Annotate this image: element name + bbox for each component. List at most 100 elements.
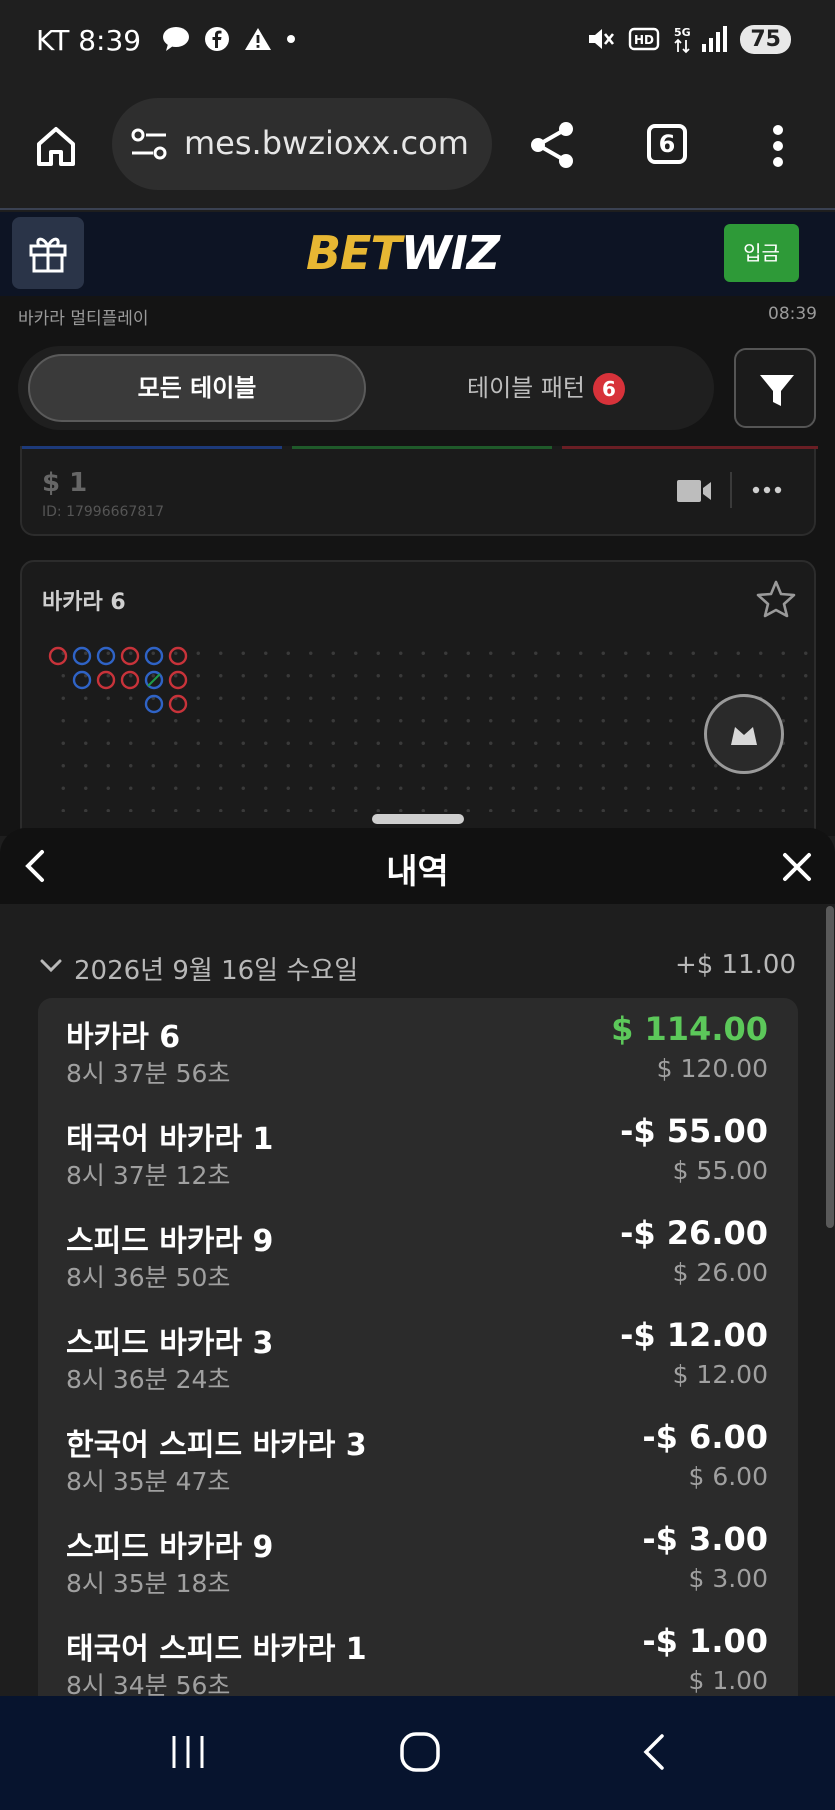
pattern-count-badge: 6 bbox=[593, 373, 626, 405]
row-game: 태국어 바카라 1 bbox=[66, 1122, 274, 1157]
history-row[interactable]: 스피드 바카라 9 8시 36분 50초 -$ 26.00 $ 26.00 bbox=[38, 1202, 798, 1304]
filter-button[interactable] bbox=[734, 348, 816, 428]
row-result: -$ 26.00 bbox=[620, 1214, 768, 1252]
table-min-bet: $ 1 bbox=[42, 468, 88, 498]
tab-pattern-label: 테이블 패턴 bbox=[466, 374, 586, 402]
star-icon[interactable] bbox=[756, 580, 796, 618]
share-icon[interactable] bbox=[528, 120, 576, 170]
svg-text:HD: HD bbox=[634, 33, 654, 47]
tab-all-tables[interactable]: 모든 테이블 bbox=[28, 354, 366, 422]
mute-icon bbox=[589, 29, 615, 49]
history-list: 바카라 6 8시 37분 56초 $ 114.00 $ 120.00 태국어 바… bbox=[38, 998, 798, 1696]
row-result: -$ 3.00 bbox=[642, 1520, 768, 1558]
battery-level: 75 bbox=[740, 24, 791, 54]
lobby-tabs: 모든 테이블 테이블 패턴 6 bbox=[18, 346, 714, 430]
scrollbar[interactable] bbox=[826, 906, 834, 1228]
facebook-icon bbox=[205, 27, 229, 51]
deposit-button[interactable]: 입금 bbox=[724, 224, 799, 282]
row-time: 8시 37분 12초 bbox=[66, 1161, 231, 1190]
row-result: -$ 55.00 bbox=[620, 1112, 768, 1150]
table-card[interactable]: $ 1 ID: 17996667817 bbox=[20, 446, 818, 536]
more-horizontal-icon[interactable] bbox=[752, 486, 782, 494]
row-time: 8시 36분 24초 bbox=[66, 1365, 231, 1394]
row-game: 태국어 스피드 바카라 1 bbox=[66, 1632, 367, 1667]
lobby: 바카라 멀티플레이 08:39 모든 테이블 테이블 패턴 6 $ 1 ID: 1… bbox=[0, 296, 835, 860]
table-id: ID: 17996667817 bbox=[42, 504, 165, 520]
warning-icon bbox=[245, 28, 271, 50]
row-game: 한국어 스피드 바카라 3 bbox=[66, 1428, 367, 1463]
5g-signal-icon: 5G bbox=[674, 26, 728, 54]
betwiz-logo[interactable]: BETWIZ bbox=[306, 226, 500, 280]
tab-switcher-button[interactable]: 6 bbox=[647, 124, 687, 164]
logo-wiz: WIZ bbox=[400, 226, 500, 280]
history-row[interactable]: 태국어 스피드 바카라 1 8시 34분 56초 -$ 1.00 $ 1.00 bbox=[38, 1610, 798, 1696]
row-result: $ 114.00 bbox=[611, 1010, 768, 1048]
row-stake: $ 3.00 bbox=[688, 1564, 768, 1593]
gift-button[interactable] bbox=[12, 217, 84, 289]
filter-icon bbox=[760, 375, 794, 406]
history-row[interactable]: 스피드 바카라 3 8시 36분 24초 -$ 12.00 $ 12.00 bbox=[38, 1304, 798, 1406]
svg-text:5G: 5G bbox=[674, 26, 691, 39]
status-bar: KT 8:39 HD 5G 75 bbox=[0, 0, 835, 84]
row-result: -$ 6.00 bbox=[642, 1418, 768, 1456]
home-button-icon[interactable] bbox=[398, 1730, 442, 1774]
dealer-crown-icon bbox=[731, 727, 757, 745]
tab-table-pattern[interactable]: 테이블 패턴 6 bbox=[396, 354, 696, 422]
url-text: mes.bwzioxx.com bbox=[184, 124, 469, 162]
carrier-time: KT 8:39 bbox=[36, 24, 142, 57]
site-header: BETWIZ 입금 bbox=[0, 212, 835, 296]
row-stake: $ 26.00 bbox=[672, 1258, 768, 1287]
row-game: 스피드 바카라 9 bbox=[66, 1224, 274, 1259]
row-time: 8시 37분 56초 bbox=[66, 1059, 231, 1088]
sheet-drag-handle[interactable] bbox=[372, 814, 464, 824]
chevron-down-icon bbox=[40, 959, 62, 973]
row-time: 8시 34분 56초 bbox=[66, 1671, 231, 1696]
row-stake: $ 12.00 bbox=[672, 1360, 768, 1389]
site-settings-icon[interactable] bbox=[130, 126, 170, 162]
history-sheet: 내역 2026년 9월 16일 수요일 +$ 11.00 바카라 6 8시 37… bbox=[0, 828, 835, 1696]
date-group-header[interactable]: 2026년 9월 16일 수요일 +$ 11.00 bbox=[40, 950, 796, 986]
date-label: 2026년 9월 16일 수요일 bbox=[74, 956, 359, 986]
history-row[interactable]: 바카라 6 8시 37분 56초 $ 114.00 $ 120.00 bbox=[38, 998, 798, 1100]
gift-icon bbox=[29, 237, 67, 273]
logo-bet: BET bbox=[306, 226, 402, 280]
row-time: 8시 36분 50초 bbox=[66, 1263, 231, 1292]
card-stripe-green bbox=[292, 446, 552, 449]
row-time: 8시 35분 47초 bbox=[66, 1467, 231, 1496]
day-total: +$ 11.00 bbox=[674, 950, 796, 980]
more-vertical-icon[interactable] bbox=[770, 124, 786, 168]
row-result: -$ 12.00 bbox=[620, 1316, 768, 1354]
system-nav-bar bbox=[0, 1696, 835, 1810]
lobby-title: 바카라 멀티플레이 bbox=[18, 309, 149, 329]
row-stake: $ 6.00 bbox=[688, 1462, 768, 1491]
bead-road bbox=[48, 646, 188, 714]
row-game: 스피드 바카라 3 bbox=[66, 1326, 274, 1361]
row-game: 스피드 바카라 9 bbox=[66, 1530, 274, 1565]
home-icon[interactable] bbox=[34, 124, 78, 168]
row-stake: $ 55.00 bbox=[672, 1156, 768, 1185]
history-header: 내역 bbox=[0, 828, 835, 904]
row-stake: $ 1.00 bbox=[688, 1666, 768, 1695]
close-icon[interactable] bbox=[782, 852, 812, 882]
dot-icon bbox=[287, 35, 295, 43]
dealer-avatar[interactable] bbox=[704, 694, 784, 774]
row-result: -$ 1.00 bbox=[642, 1622, 768, 1660]
row-stake: $ 120.00 bbox=[656, 1054, 768, 1083]
browser-toolbar: mes.bwzioxx.com 6 bbox=[0, 84, 835, 210]
row-game: 바카라 6 bbox=[66, 1020, 181, 1055]
row-time: 8시 35분 18초 bbox=[66, 1569, 231, 1598]
recent-apps-icon[interactable] bbox=[168, 1732, 208, 1772]
divider bbox=[730, 472, 732, 508]
card-stripe-blue bbox=[22, 446, 282, 449]
back-button-icon[interactable] bbox=[638, 1732, 668, 1772]
history-row[interactable]: 태국어 바카라 1 8시 37분 12초 -$ 55.00 $ 55.00 bbox=[38, 1100, 798, 1202]
address-bar[interactable]: mes.bwzioxx.com bbox=[112, 98, 492, 190]
history-title: 내역 bbox=[386, 852, 449, 892]
history-row[interactable]: 스피드 바카라 9 8시 35분 18초 -$ 3.00 $ 3.00 bbox=[38, 1508, 798, 1610]
talk-notification-icon bbox=[163, 27, 189, 51]
hd-icon: HD bbox=[629, 27, 660, 51]
history-row[interactable]: 한국어 스피드 바카라 3 8시 35분 47초 -$ 6.00 $ 6.00 bbox=[38, 1406, 798, 1508]
video-icon[interactable] bbox=[676, 478, 712, 504]
card-stripe-red bbox=[562, 446, 818, 449]
lobby-time: 08:39 bbox=[768, 304, 817, 324]
